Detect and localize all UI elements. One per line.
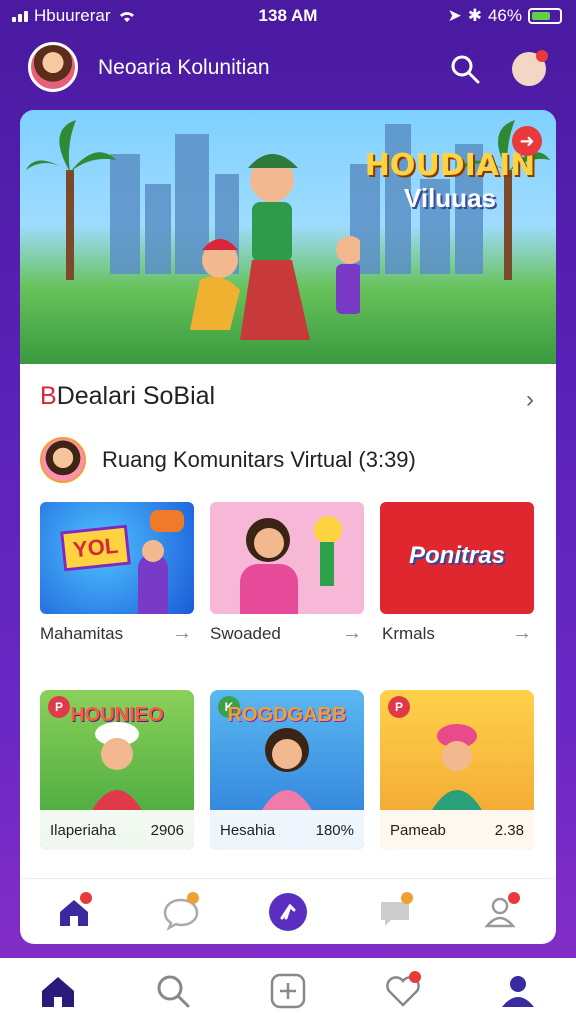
kid-waving-illustration <box>262 728 312 810</box>
tile-banner: YOL <box>60 524 132 572</box>
tile-label: Krmals <box>382 624 435 643</box>
bottom-tab-bar <box>0 958 576 1024</box>
community-avatar <box>40 437 86 483</box>
location-icon: ➤ <box>447 6 462 25</box>
home-icon[interactable] <box>38 971 78 1011</box>
chat-icon[interactable] <box>161 891 201 932</box>
hero-title-line2: Viluuas <box>403 183 496 213</box>
add-icon[interactable] <box>268 971 308 1011</box>
tile-arrow-icon[interactable]: → <box>172 622 192 645</box>
hero-banner[interactable]: HOUDIAIN Viluuas ➜ <box>20 110 556 364</box>
section-more-chevron-icon[interactable]: › <box>526 386 534 414</box>
tile-footer: Ilaperiaha 2906 <box>40 810 194 850</box>
community-row[interactable]: Ruang Komunitars Virtual (3:39) <box>40 435 416 485</box>
kid-chef-illustration <box>92 722 142 810</box>
tile-corner-badge: P <box>388 696 410 718</box>
community-title: Ruang Komunitars Virtual (3:39) <box>102 447 416 472</box>
tile-mahamitas[interactable]: YOL <box>40 502 194 614</box>
profile-icon[interactable] <box>498 971 538 1011</box>
tile-label: Swoaded <box>210 624 281 643</box>
section-title-text: Dealari SoBial <box>56 382 216 410</box>
tile-arrow-icon[interactable]: → <box>342 622 362 645</box>
profile-avatar[interactable] <box>28 42 78 92</box>
app-header: Neoaria Kolunitian <box>0 36 576 100</box>
profile-icon[interactable] <box>482 891 522 932</box>
search-icon[interactable] <box>448 52 482 86</box>
tile-name: Hesahia <box>220 821 276 839</box>
tile-value: 2.38 <box>494 821 524 839</box>
message-icon[interactable] <box>375 891 415 932</box>
tile-footer: Pameab 2.38 <box>380 810 534 850</box>
tile-footer: Hesahia 180% <box>210 810 364 850</box>
tile-value: 180% <box>315 821 354 839</box>
battery-icon <box>528 8 562 24</box>
tile-banner: Ponitras <box>408 542 506 569</box>
tile-krmals[interactable]: Ponitras <box>380 502 534 614</box>
bluetooth-icon: ✱ <box>467 6 482 25</box>
hero-next-button[interactable]: ➜ <box>512 126 542 156</box>
tile-ilaperiaha[interactable]: P HOUNIEO Ilaperiaha 2906 <box>40 690 194 850</box>
section-title: BDealari SoBial <box>40 382 215 411</box>
tile-hesahia[interactable]: K ROGDGABB Hesahia 180% <box>210 690 364 850</box>
search-icon[interactable] <box>153 971 193 1011</box>
cartoon-characters-illustration <box>190 154 360 340</box>
tile-arrow-icon[interactable]: → <box>512 622 532 645</box>
tile-label: Mahamitas <box>40 624 124 643</box>
palm-tree-icon <box>26 120 116 280</box>
heart-icon[interactable] <box>383 971 423 1011</box>
tile-name: Pameab <box>390 821 446 839</box>
tile-swoaded[interactable] <box>210 502 364 614</box>
main-card: HOUDIAIN Viluuas ➜ BDealari SoBial › Rua… <box>20 110 556 944</box>
chat-bubble-icon <box>150 510 184 532</box>
home-icon[interactable] <box>54 891 94 932</box>
inner-tab-bar <box>20 878 556 944</box>
status-bar: Hbuurerar 138 AM ➤ ✱ 46% <box>0 0 576 32</box>
tile-value: 2906 <box>150 821 184 839</box>
battery-percent: 46% <box>487 6 522 25</box>
section-mark: B <box>40 382 57 410</box>
tile-name: Ilaperiaha <box>50 821 116 839</box>
mascot-icon <box>314 516 342 544</box>
page-title: Neoaria Kolunitian <box>98 56 270 79</box>
tile-pameab[interactable]: P Pameab 2.38 <box>380 690 534 850</box>
hero-title: HOUDIAIN Viluuas <box>350 148 550 214</box>
kid-beanie-illustration <box>432 724 482 810</box>
music-icon[interactable] <box>268 892 308 932</box>
notification-avatar-icon[interactable] <box>512 50 548 86</box>
